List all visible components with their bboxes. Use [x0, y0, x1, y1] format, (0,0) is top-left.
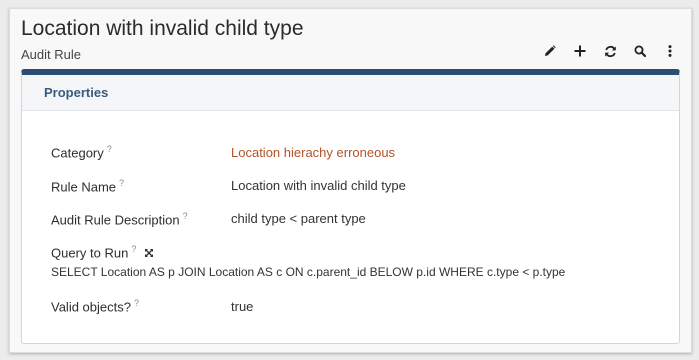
audit-rule-card: Location with invalid child type Audit R…: [9, 8, 692, 353]
plus-icon: [574, 45, 586, 57]
search-icon: [634, 45, 646, 57]
more-vertical-icon: [668, 45, 672, 57]
rule-name-label-text: Rule Name: [51, 179, 117, 195]
page-title: Location with invalid child type: [21, 17, 304, 40]
description-value: child type < parent type: [231, 211, 366, 226]
rule-name-value: Location with invalid child type: [231, 178, 406, 193]
category-label: Category?: [51, 144, 112, 160]
more-button[interactable]: [655, 40, 685, 62]
properties-panel-header: Properties: [22, 75, 679, 111]
edit-button[interactable]: [535, 40, 565, 62]
description-label: Audit Rule Description?: [51, 211, 188, 227]
valid-objects-label: Valid objects??: [51, 298, 139, 314]
description-help-icon[interactable]: ?: [183, 211, 188, 221]
rule-name-help-icon[interactable]: ?: [119, 178, 124, 188]
refresh-button[interactable]: [595, 40, 625, 62]
valid-objects-value: true: [231, 299, 254, 314]
page-subtitle: Audit Rule: [21, 47, 81, 62]
query-value: SELECT Location AS p JOIN Location AS c …: [51, 265, 566, 279]
properties-panel-title: Properties: [44, 85, 109, 100]
description-label-text: Audit Rule Description: [51, 212, 180, 228]
query-help-icon[interactable]: ?: [131, 244, 136, 254]
search-button[interactable]: [625, 40, 655, 62]
refresh-icon: [604, 45, 617, 58]
toolbar: [535, 40, 685, 62]
properties-panel: Properties Category? Location hierachy e…: [21, 69, 680, 344]
rule-name-label: Rule Name?: [51, 178, 124, 194]
valid-objects-label-text: Valid objects?: [51, 299, 131, 315]
expand-icon[interactable]: [144, 246, 154, 261]
query-label: Query to Run?: [51, 244, 154, 261]
category-value[interactable]: Location hierachy erroneous: [231, 145, 395, 160]
query-label-text: Query to Run: [51, 245, 129, 261]
category-help-icon[interactable]: ?: [107, 144, 112, 154]
add-button[interactable]: [565, 40, 595, 62]
pencil-icon: [544, 45, 556, 57]
category-label-text: Category: [51, 145, 104, 161]
valid-objects-help-icon[interactable]: ?: [134, 298, 139, 308]
